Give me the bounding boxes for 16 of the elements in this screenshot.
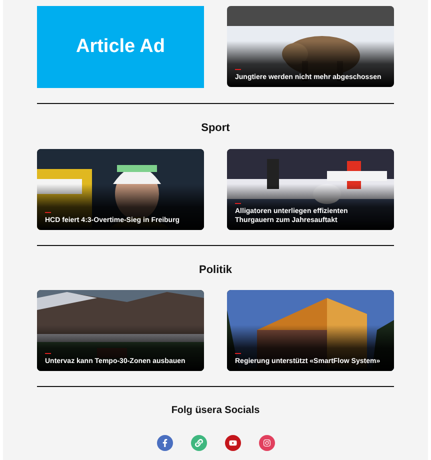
section-heading: Sport [201, 121, 230, 136]
category-marker [235, 353, 241, 354]
category-marker [45, 353, 51, 354]
facebook-icon [160, 439, 168, 447]
link-icon [194, 439, 202, 447]
instagram-link[interactable] [258, 435, 274, 451]
link-link[interactable] [190, 435, 206, 451]
facebook-link[interactable] [156, 435, 172, 451]
youtube-link[interactable] [224, 435, 240, 451]
socials-heading: Folg üsera Socials [171, 404, 260, 418]
category-marker [235, 202, 241, 204]
section-heading: Politik [198, 262, 232, 278]
category-marker [235, 69, 241, 70]
ad-label: Article Ad [76, 34, 166, 59]
youtube-icon [228, 439, 236, 447]
instagram-icon [262, 439, 270, 447]
